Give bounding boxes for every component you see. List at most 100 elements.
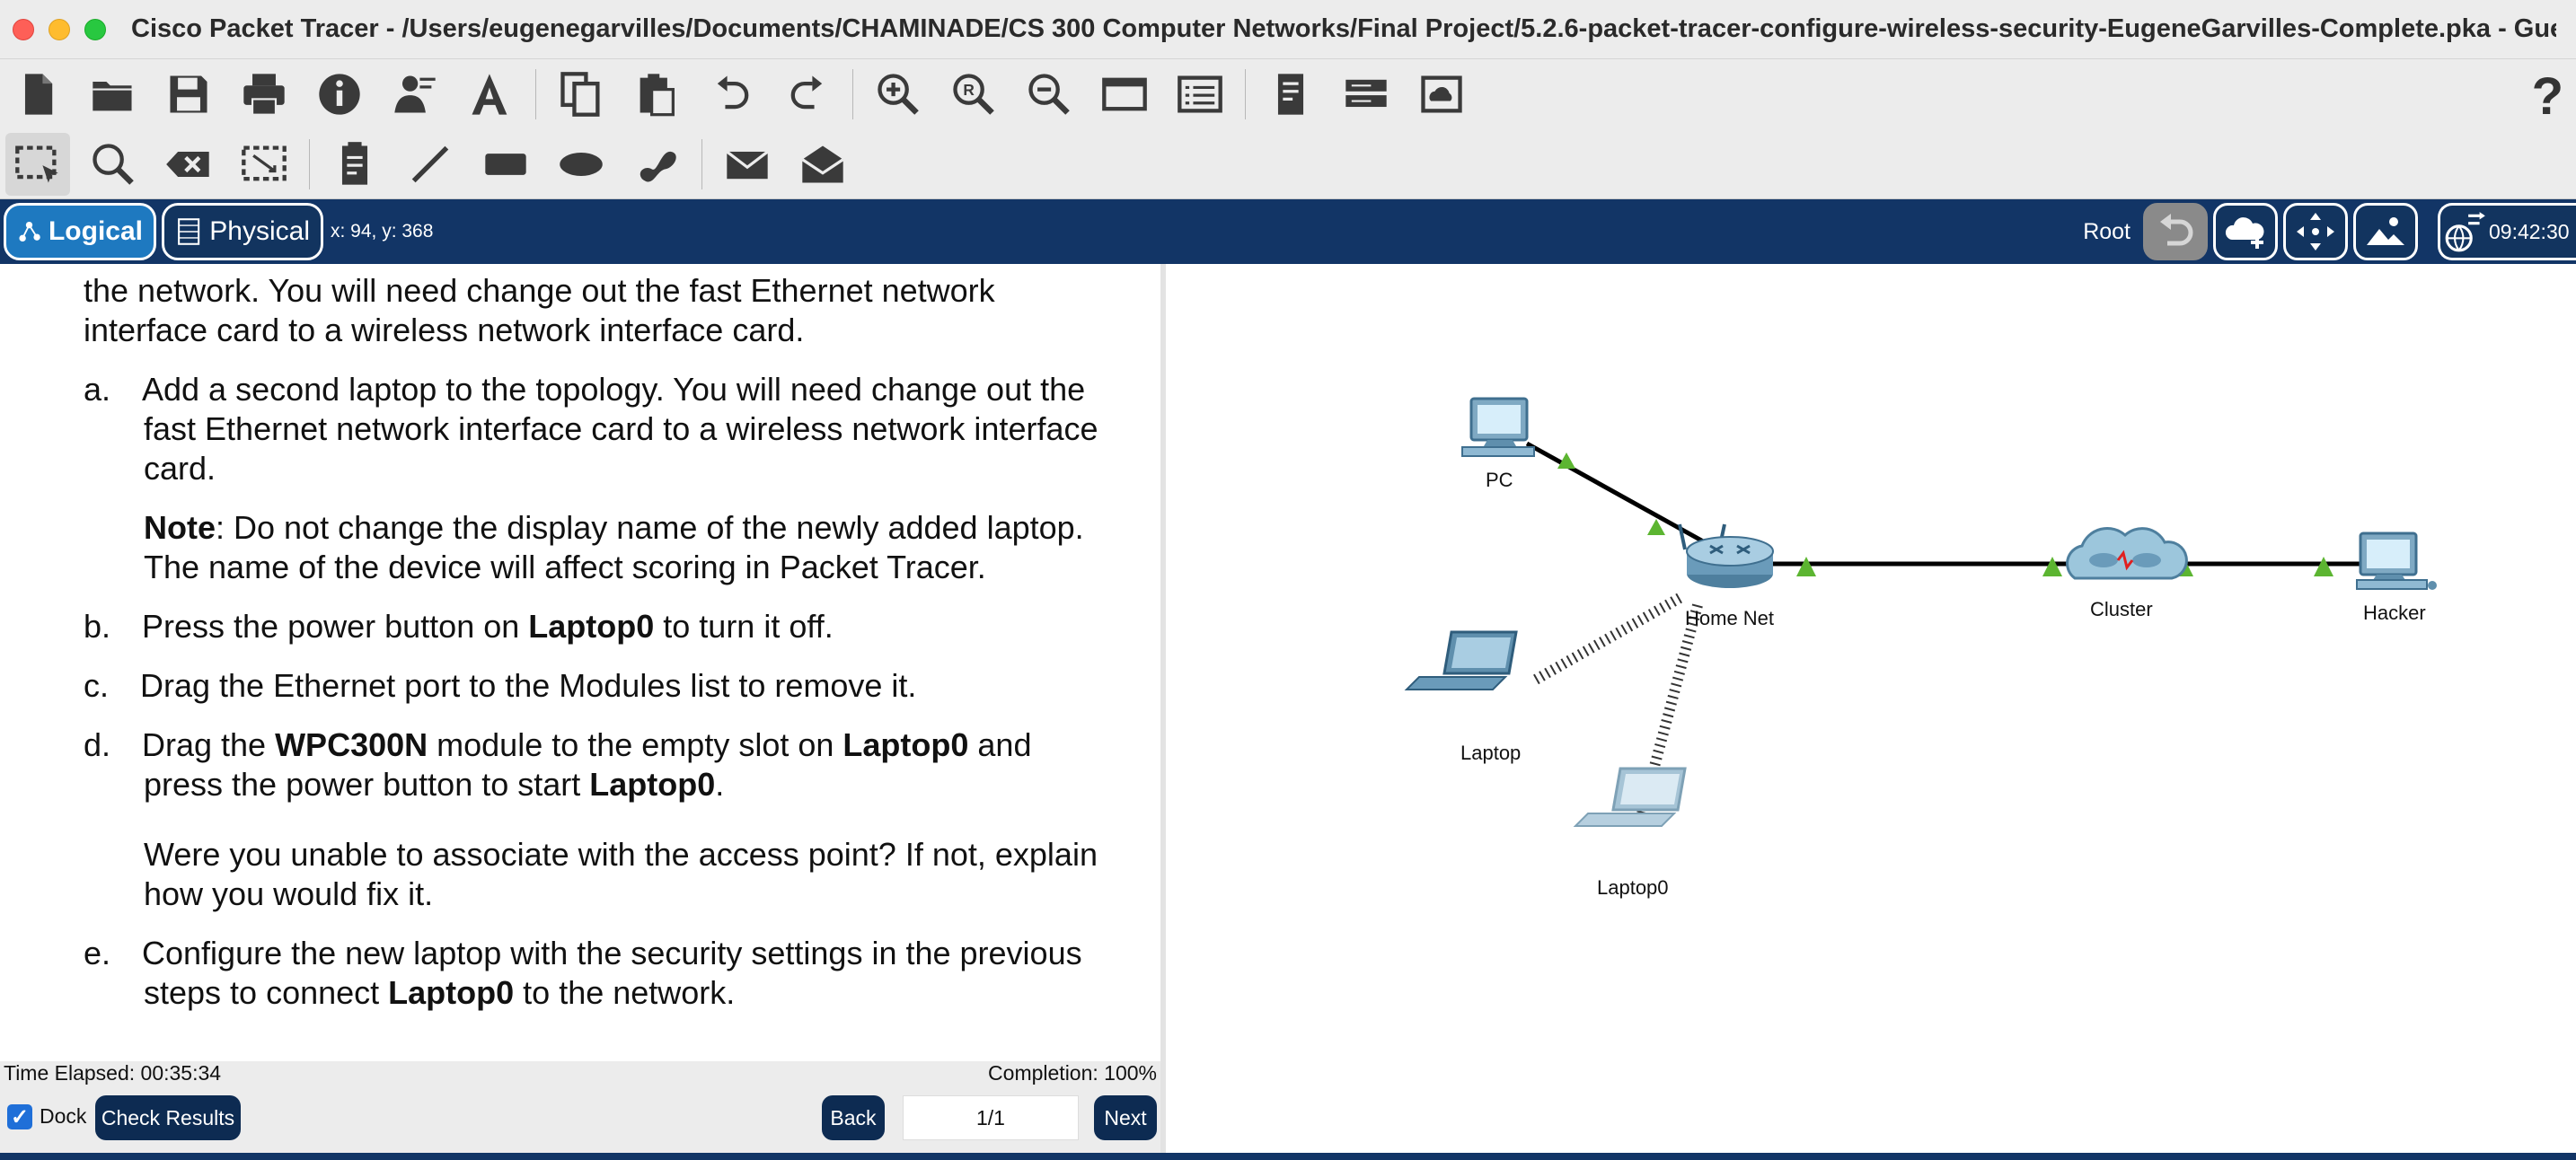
- back-button[interactable]: Back: [822, 1095, 885, 1140]
- complex-pdu-icon[interactable]: [790, 133, 855, 196]
- draw-line-icon[interactable]: [398, 133, 463, 196]
- resize-icon[interactable]: [232, 133, 296, 196]
- device-dialog-icon[interactable]: [1334, 63, 1398, 126]
- cloud-image-icon[interactable]: [1409, 63, 1474, 126]
- user-profile-icon[interactable]: [383, 63, 447, 126]
- laptop0-device[interactable]: [1573, 767, 1687, 827]
- instruction-text: The name of the device will affect scori…: [144, 549, 986, 585]
- print-icon[interactable]: [232, 63, 296, 126]
- check-results-button[interactable]: Check Results: [95, 1095, 241, 1140]
- select-icon[interactable]: [5, 132, 70, 196]
- window-controls: [13, 18, 106, 40]
- completion-status: Completion: 100%: [988, 1061, 1157, 1085]
- instructions-pane: the network. You will need change out th…: [0, 264, 1160, 1061]
- draw-rectangle-icon[interactable]: [473, 133, 538, 196]
- physical-tab[interactable]: Physical: [162, 203, 323, 260]
- clock-time: 09:42:30: [2489, 219, 2570, 243]
- question-text: Were you unable to associate with the ac…: [144, 836, 1098, 873]
- link-up-indicator: [2042, 557, 2062, 576]
- info-icon[interactable]: [307, 63, 372, 126]
- instruction-item-e-line2: steps to connect Laptop0 to the network.: [144, 973, 735, 1013]
- back-arrow-icon: [2160, 214, 2193, 246]
- instruction-text: press the power button to start: [144, 766, 590, 803]
- physical-rack-icon: [178, 218, 200, 245]
- logical-topology-icon: [19, 221, 40, 242]
- instruction-text: fast Ethernet network interface card to …: [144, 410, 1098, 447]
- new-cluster-button[interactable]: [2213, 203, 2278, 260]
- custom-window-icon[interactable]: [1092, 63, 1157, 126]
- delete-icon[interactable]: [156, 133, 221, 196]
- help-icon[interactable]: ?: [2532, 66, 2563, 127]
- instruction-text: module to the empty slot on: [428, 726, 843, 763]
- close-window-button[interactable]: [13, 18, 34, 40]
- undo-icon[interactable]: [700, 63, 764, 126]
- title-bar: Cisco Packet Tracer - /Users/eugenegarvi…: [0, 0, 2576, 59]
- list-marker: b.: [84, 608, 111, 645]
- viewport-icon[interactable]: [1168, 63, 1232, 126]
- zoom-out-icon[interactable]: [1017, 63, 1081, 126]
- toolbar-separator: [1245, 69, 1246, 119]
- pdu-list-icon[interactable]: [1258, 63, 1323, 126]
- cluster-label: Cluster: [2090, 598, 2153, 620]
- move-object-button[interactable]: [2283, 203, 2348, 260]
- time-display[interactable]: 09:42:30: [2438, 203, 2576, 260]
- freeform-icon[interactable]: [624, 133, 689, 196]
- hacker-label: Hacker: [2363, 602, 2426, 624]
- instruction-text: Press the power button on: [142, 608, 529, 645]
- inspect-icon[interactable]: [81, 133, 146, 196]
- draw-ellipse-icon[interactable]: [549, 133, 613, 196]
- main-toolbar: R ?: [0, 59, 2576, 129]
- zoom-in-icon[interactable]: [866, 63, 931, 126]
- window-title: Cisco Packet Tracer - /Users/eugenegarvi…: [131, 14, 2556, 43]
- bottom-device-bar: [0, 1153, 2576, 1160]
- redo-icon[interactable]: [775, 63, 840, 126]
- paste-icon[interactable]: [624, 63, 689, 126]
- copy-icon[interactable]: [549, 63, 613, 126]
- module-name: WPC300N: [275, 726, 428, 763]
- hacker-device[interactable]: [2356, 532, 2437, 590]
- open-folder-icon[interactable]: [81, 63, 146, 126]
- device-name: Laptop0: [388, 974, 515, 1011]
- activity-wizard-icon[interactable]: [458, 63, 523, 126]
- instruction-text: Add a second laptop to the topology. You…: [142, 371, 1086, 408]
- laptop0-label: Laptop0: [1597, 876, 1669, 899]
- instruction-text: Drag the Ethernet port to the Modules li…: [140, 667, 917, 704]
- toolbar-separator: [852, 69, 853, 119]
- pc-device[interactable]: [1461, 397, 1535, 457]
- zoom-reset-icon[interactable]: R: [941, 63, 1006, 126]
- workspace-mode-bar: Logical Physical x: 94, y: 368 Root 09:4…: [0, 199, 2576, 264]
- logical-workspace[interactable]: PC Home Net Cluster Hacker Laptop Laptop…: [1166, 264, 2576, 1153]
- instruction-text: to the network.: [514, 974, 736, 1011]
- zoom-window-button[interactable]: [84, 18, 106, 40]
- link-up-indicator: [1796, 557, 1816, 576]
- new-file-icon[interactable]: [5, 63, 70, 126]
- page-indicator: 1/1: [903, 1095, 1079, 1140]
- list-marker: e.: [84, 935, 111, 971]
- set-background-button[interactable]: [2353, 203, 2418, 260]
- toolbar-separator: [309, 138, 310, 189]
- instruction-text: to turn it off.: [654, 608, 834, 645]
- minimize-window-button[interactable]: [49, 18, 70, 40]
- next-button[interactable]: Next: [1094, 1095, 1157, 1140]
- toolbar-separator: [701, 138, 702, 189]
- instruction-item-d-line2: press the power button to start Laptop0.: [144, 765, 724, 804]
- list-marker: c.: [84, 667, 110, 704]
- pc-label: PC: [1486, 469, 1513, 491]
- checkmark-icon: ✓: [10, 1104, 30, 1129]
- laptop-device[interactable]: [1404, 630, 1518, 690]
- cluster-cloud[interactable]: [2066, 526, 2188, 580]
- list-marker: a.: [84, 371, 111, 408]
- logical-tab[interactable]: Logical: [4, 203, 156, 260]
- globe-network-icon: [2445, 212, 2485, 252]
- instruction-item-d: Drag the WPC300N module to the empty slo…: [142, 725, 1031, 765]
- laptop-label: Laptop: [1460, 742, 1522, 764]
- cursor-coordinates: x: 94, y: 368: [331, 221, 434, 242]
- dock-checkbox[interactable]: ✓: [7, 1104, 32, 1129]
- back-to-parent-button[interactable]: [2143, 203, 2208, 260]
- save-icon[interactable]: [156, 63, 221, 126]
- simple-pdu-icon[interactable]: [715, 133, 780, 196]
- instruction-text: Configure the new laptop with the securi…: [142, 935, 1082, 971]
- device-name: Laptop0: [589, 766, 716, 803]
- landscape-image-icon: [2367, 217, 2404, 245]
- note-icon[interactable]: [322, 133, 387, 196]
